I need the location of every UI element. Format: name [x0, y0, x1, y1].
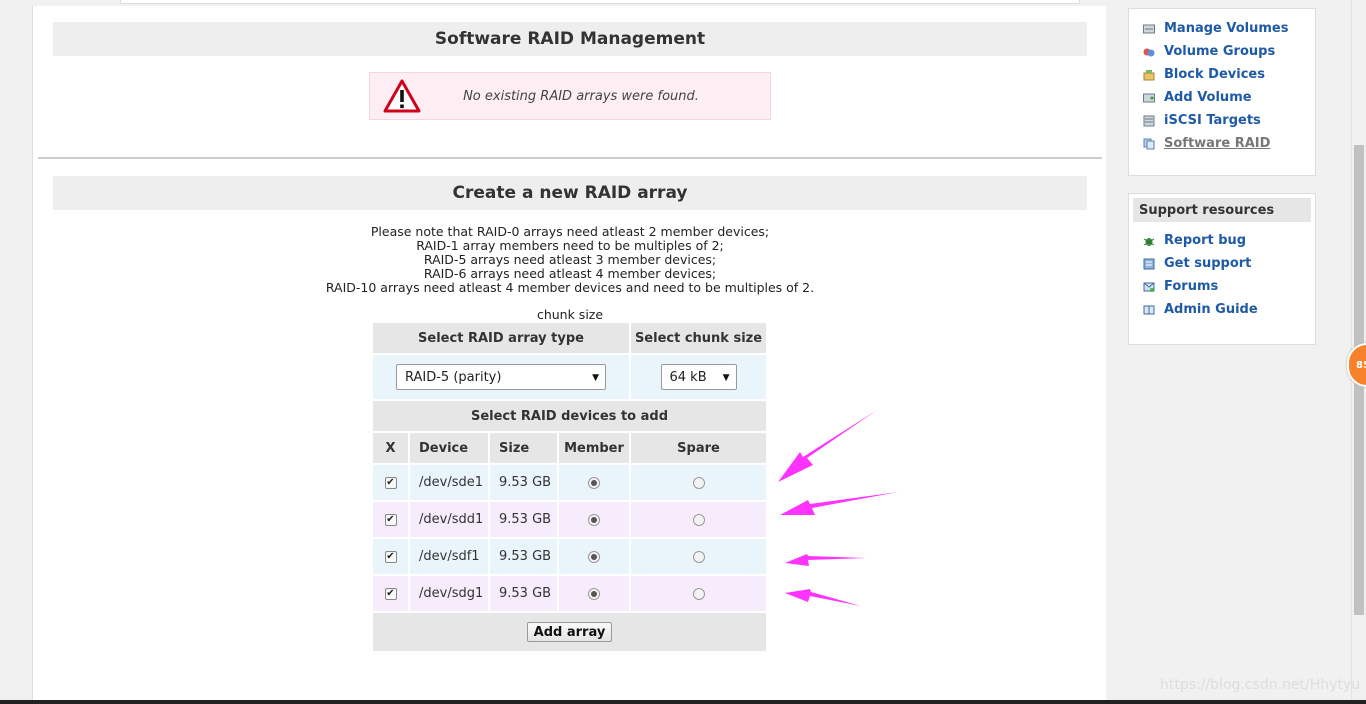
volumes-nav-panel: Manage Volumes Volume Groups Block Devic… [1128, 8, 1316, 176]
chunk-size-value: 64 kB [669, 369, 707, 385]
watermark-text: https://blog.csdn.net/Hhytyu [1160, 677, 1361, 693]
column-header-spare: Spare [631, 433, 766, 463]
note-line: RAID-1 array members need to be multiple… [416, 238, 724, 253]
table-row: ✔ /dev/sdd1 9.53 GB [373, 502, 766, 537]
support-title: Support resources [1133, 198, 1311, 222]
bug-icon [1143, 235, 1155, 247]
table-row: ✔ /dev/sdg1 9.53 GB [373, 576, 766, 611]
dropdown-caret-icon: ▼ [722, 373, 730, 383]
volume-group-icon [1143, 46, 1155, 58]
spare-radio[interactable] [692, 550, 705, 563]
nav-item-iscsi-targets[interactable]: iSCSI Targets [1129, 109, 1315, 132]
column-header-select: X [373, 433, 410, 463]
device-checkbox[interactable]: ✔ [384, 587, 397, 600]
raid-type-header: Select RAID array type [373, 323, 631, 353]
raid-icon [1143, 138, 1155, 150]
member-radio[interactable] [588, 550, 600, 563]
table-row: Select RAID devices to add [373, 401, 766, 431]
sidebar: Manage Volumes Volume Groups Block Devic… [1106, 0, 1351, 704]
forum-icon [1143, 281, 1155, 293]
member-radio[interactable] [588, 513, 600, 526]
support-panel: Support resources Report bug Get support… [1128, 193, 1316, 345]
support-icon [1143, 258, 1155, 270]
bottom-edge [0, 700, 1366, 704]
member-radio[interactable] [588, 476, 600, 489]
device-size: 9.53 GB [490, 576, 559, 611]
nav-item-report-bug[interactable]: Report bug [1129, 229, 1315, 252]
spare-radio[interactable] [692, 476, 705, 489]
devices-header: Select RAID devices to add [373, 401, 766, 431]
device-name: /dev/sdg1 [410, 576, 490, 611]
note-line: RAID-6 arrays need atleast 4 member devi… [423, 266, 717, 281]
alert-message: No existing RAID arrays were found. [463, 88, 699, 104]
nav-item-get-support[interactable]: Get support [1129, 252, 1315, 275]
raid-type-value: RAID-5 (parity) [405, 369, 502, 385]
nav-item-software-raid[interactable]: Software RAID [1129, 132, 1315, 155]
nav-item-manage-volumes[interactable]: Manage Volumes [1129, 17, 1315, 40]
chunk-size-caption: chunk size [536, 307, 604, 322]
device-name: /dev/sdd1 [410, 502, 490, 537]
section-divider [38, 157, 1102, 159]
create-raid-title: Create a new RAID array [53, 176, 1087, 210]
member-radio[interactable] [588, 587, 600, 600]
note-line: RAID-10 arrays need atleast 4 member dev… [325, 280, 815, 295]
table-row: ✔ /dev/sdf1 9.53 GB [373, 539, 766, 574]
spare-radio[interactable] [692, 587, 705, 600]
book-icon [1143, 304, 1155, 316]
column-header-member: Member [559, 433, 631, 463]
drive-icon [1143, 23, 1155, 35]
note-line: RAID-5 arrays need atleast 3 member devi… [423, 252, 717, 267]
table-row: RAID-5 (parity) ▼ 64 kB ▼ [373, 355, 766, 399]
device-checkbox[interactable]: ✔ [384, 550, 397, 563]
nav-item-forums[interactable]: Forums [1129, 275, 1315, 298]
add-array-button[interactable]: Add array [526, 622, 613, 642]
chunk-size-select[interactable]: 64 kB ▼ [660, 364, 737, 390]
device-size: 9.53 GB [490, 465, 559, 500]
nav-item-volume-groups[interactable]: Volume Groups [1129, 40, 1315, 63]
block-devices-icon [1143, 69, 1155, 81]
table-row: X Device Size Member Spare [373, 433, 766, 463]
main-content: Software RAID Management No existing RAI… [32, 6, 1107, 704]
dropdown-caret-icon: ▼ [592, 373, 599, 383]
column-header-size: Size [490, 433, 559, 463]
nav-item-add-volume[interactable]: Add Volume [1129, 86, 1315, 109]
table-row: Add array [373, 613, 766, 651]
raid-requirements-note: Please note that RAID-0 arrays need atle… [53, 225, 1087, 295]
device-size: 9.53 GB [490, 502, 559, 537]
column-header-device: Device [410, 433, 490, 463]
warning-icon [383, 79, 421, 113]
chunk-size-header: Select chunk size [631, 323, 766, 353]
device-size: 9.53 GB [490, 539, 559, 574]
device-checkbox[interactable]: ✔ [384, 476, 397, 489]
alert-box: No existing RAID arrays were found. [369, 72, 771, 120]
table-row: ✔ /dev/sde1 9.53 GB [373, 465, 766, 500]
spare-radio[interactable] [692, 513, 705, 526]
device-checkbox[interactable]: ✔ [384, 513, 397, 526]
management-title: Software RAID Management [53, 22, 1087, 56]
add-volume-icon [1143, 92, 1155, 104]
nav-item-block-devices[interactable]: Block Devices [1129, 63, 1315, 86]
nav-item-admin-guide[interactable]: Admin Guide [1129, 298, 1315, 321]
iscsi-icon [1143, 115, 1155, 127]
device-name: /dev/sde1 [410, 465, 490, 500]
raid-type-select[interactable]: RAID-5 (parity) ▼ [396, 364, 606, 390]
top-tab-strip [120, 0, 1080, 4]
note-line: Please note that RAID-0 arrays need atle… [370, 224, 770, 239]
device-name: /dev/sdf1 [410, 539, 490, 574]
table-row: Select RAID array type Select chunk size [373, 323, 766, 353]
